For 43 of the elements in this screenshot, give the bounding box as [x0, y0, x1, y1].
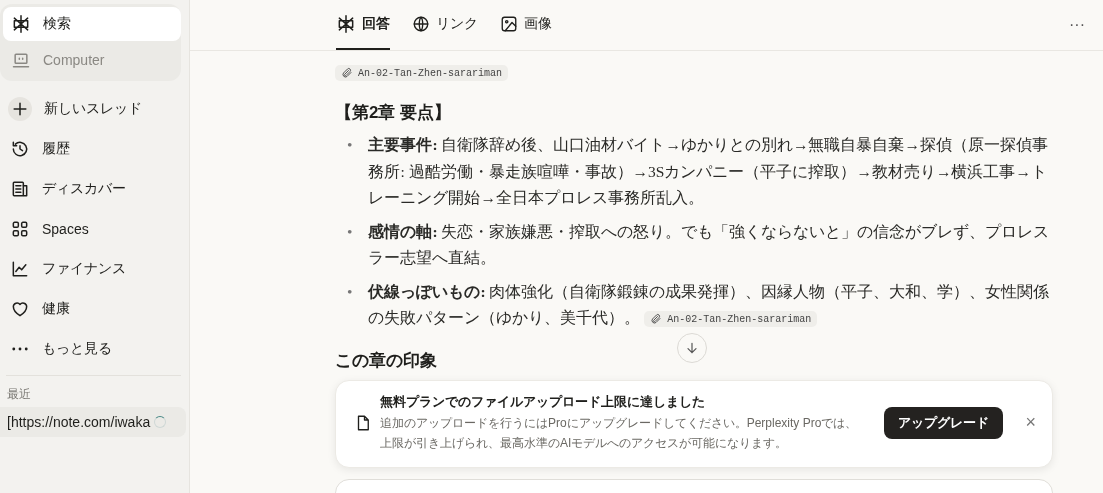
scroll-down-button[interactable] — [677, 333, 707, 363]
bullet-text: 感情の軸: 失恋・家族嫌悪・搾取への怒り。でも「強くならないと」の信念がブレず、プロレスラー志望へ直結。 — [368, 221, 1051, 268]
more-menu-button[interactable]: ··· — [1063, 15, 1091, 35]
heart-icon — [10, 299, 30, 319]
section-heading: この章の印象 — [335, 349, 437, 372]
tab[interactable]: 画像 — [500, 0, 552, 50]
attachment-chip[interactable]: An-02-Tan-Zhen-sarariman — [335, 65, 509, 81]
globe-icon — [412, 15, 430, 33]
sidebar-item[interactable]: もっと見る — [0, 329, 189, 369]
notice-text: 追加のアップロードを行うにはProにアップグレードしてください。Perplexity Proでは、上限が引き上げられ、最高水準のAIモデルへのアクセスが可能になります。 — [380, 414, 859, 452]
mode-tab[interactable]: 検索 — [3, 7, 181, 41]
more-icon — [12, 347, 28, 351]
bullet-text: 伏線っぽいもの: 肉体強化（自衛隊鍛錬の成果発揮）、因縁人物（平子、大和、学）、女性関係の失敗パターン（ゆかり、美千代）。 An-02-Tan-Zhen-sarariman — [368, 281, 1051, 330]
tab[interactable]: 回答 — [336, 0, 390, 50]
sidebar-item[interactable]: 履歴 — [0, 129, 189, 169]
close-button[interactable]: × — [1019, 411, 1042, 434]
bullet-text: 主要事件: 自衛隊辞め後、山口油材バイト→ゆかりとの別れ→無職自暴自棄→探偵（原一探偵事務所: 過酷労働・暴走族喧嘩・事故）→3Sカンパニー（平子に搾取）→教材売り→横浜工事→トレーニング開始→全日本プロレス事務所乱入。 — [368, 135, 1049, 208]
arrow-down-icon — [684, 340, 700, 356]
logo-icon — [336, 14, 356, 34]
upgrade-button[interactable]: アップグレード — [884, 406, 1004, 439]
section-heading: 最近 — [6, 386, 32, 403]
history-icon — [10, 139, 30, 159]
paperclip-icon — [341, 67, 353, 79]
document-icon — [10, 179, 30, 199]
recent-thread[interactable]: [https://note.com/iwaka — [0, 407, 186, 437]
sidebar-item[interactable]: Spaces — [0, 209, 189, 249]
laptop-icon — [11, 50, 31, 70]
line-chart-icon — [10, 259, 30, 279]
grid-icon — [10, 219, 30, 239]
sidebar-item[interactable]: ファイナンス — [0, 249, 189, 289]
attachment-chip[interactable]: An-02-Tan-Zhen-sarariman — [644, 311, 818, 328]
tab[interactable]: リンク — [412, 0, 478, 50]
sidebar-item[interactable]: 健康 — [0, 289, 189, 329]
sidebar-item[interactable]: 新しいスレッド — [0, 89, 189, 129]
sidebar-item[interactable]: ディスカバー — [0, 169, 189, 209]
bullet-marker: • — [347, 221, 353, 242]
section-heading: 【第2章 要点】 — [335, 102, 452, 124]
logo-icon — [11, 14, 31, 34]
paperclip-icon — [650, 313, 663, 326]
bullet-marker: • — [347, 135, 353, 155]
image-icon — [500, 15, 518, 33]
bullet-marker: • — [347, 281, 353, 302]
notice-title: 無料プランでのファイルアップロード上限に達しました — [380, 392, 706, 411]
